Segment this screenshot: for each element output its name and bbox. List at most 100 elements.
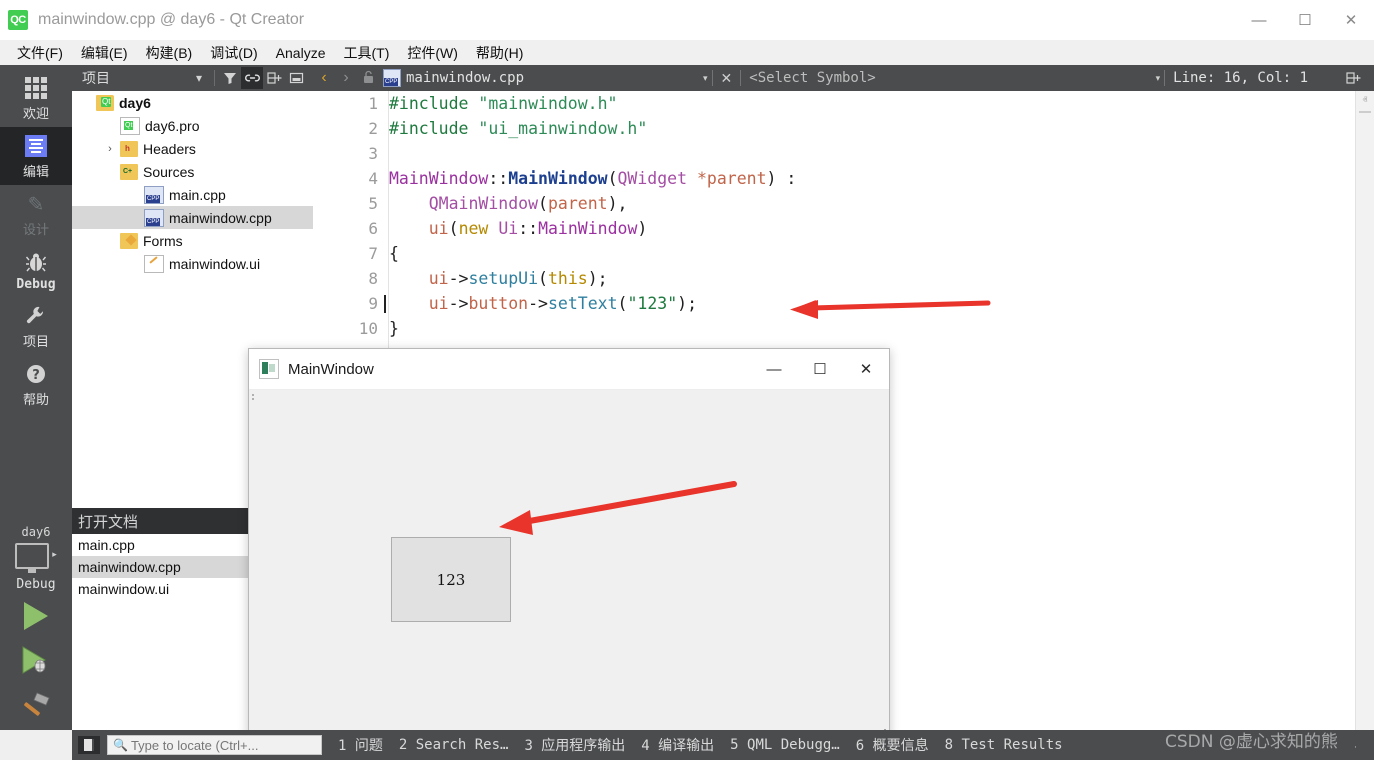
- start-debugging-button[interactable]: [13, 640, 59, 680]
- scrollbar-thumb[interactable]: [1359, 111, 1371, 113]
- tree-row-headers[interactable]: › Headers: [72, 137, 313, 160]
- forms-folder-icon: [120, 233, 138, 249]
- menu-item-debug[interactable]: 调试(D): [201, 41, 266, 65]
- tree-twisty-icon[interactable]: ⱟ: [100, 166, 120, 178]
- tree-row-forms[interactable]: ⱟ Forms: [72, 229, 313, 252]
- tree-row-day6[interactable]: ⱟ day6: [72, 91, 313, 114]
- code-line[interactable]: QMainWindow(parent),: [389, 191, 1374, 216]
- file-selector-chevron-icon[interactable]: ▾: [699, 73, 712, 84]
- navigate-forward-icon[interactable]: ›: [335, 69, 357, 87]
- menu-item-build[interactable]: 构建(B): [137, 41, 202, 65]
- locator-input[interactable]: 🔍 Type to locate (Ctrl+...: [107, 735, 322, 755]
- menu-item-tools[interactable]: 工具(T): [334, 41, 398, 65]
- line-number: 1: [313, 91, 388, 116]
- code-token: setupUi: [469, 269, 539, 288]
- toggle-sidebar-icon[interactable]: [78, 736, 100, 754]
- mode-item-edit[interactable]: 编辑: [0, 127, 72, 185]
- tree-row-sources[interactable]: ⱟ Sources: [72, 160, 313, 183]
- app-central-widget: 123: [249, 404, 889, 727]
- edit-lines-icon: [23, 133, 49, 159]
- output-pane-compile-output[interactable]: 4 编译输出: [641, 735, 714, 755]
- cursor-position-label: Line: 16, Col: 1: [1173, 70, 1308, 86]
- app-close-icon[interactable]: ✕: [843, 349, 889, 389]
- code-line[interactable]: [389, 141, 1374, 166]
- close-pane-icon[interactable]: [285, 67, 307, 89]
- symbol-selector-chevron-icon[interactable]: ▾: [1152, 73, 1165, 84]
- code-line[interactable]: ui(new Ui::MainWindow): [389, 216, 1374, 241]
- tree-row-mainwindow-ui[interactable]: mainwindow.ui: [72, 252, 313, 275]
- symbol-selector[interactable]: <Select Symbol>: [749, 70, 875, 86]
- view-selector-chevron-icon[interactable]: ▾: [188, 67, 210, 89]
- output-pane-issues[interactable]: 1 问题: [338, 735, 383, 755]
- navigate-back-icon[interactable]: ‹: [313, 69, 335, 87]
- watermark-text: CSDN @虚心求知的熊: [1165, 727, 1338, 752]
- tree-twisty-icon[interactable]: ›: [100, 143, 120, 155]
- current-file-name[interactable]: mainwindow.cpp: [406, 70, 524, 86]
- split-pane-icon[interactable]: [263, 67, 285, 89]
- minimize-icon[interactable]: —: [1236, 0, 1282, 40]
- push-button[interactable]: 123: [391, 537, 511, 622]
- close-icon[interactable]: ✕: [1328, 0, 1374, 40]
- mode-item-design[interactable]: ✎ 设计: [0, 185, 72, 243]
- code-line[interactable]: #include "ui_mainwindow.h": [389, 116, 1374, 141]
- code-line[interactable]: {: [389, 241, 1374, 266]
- build-project-button[interactable]: [13, 684, 59, 724]
- menu-item-widgets[interactable]: 控件(W): [398, 41, 467, 65]
- bug-glyph: [25, 251, 47, 273]
- qt-creator-logo-icon: QC: [8, 10, 28, 30]
- code-token: "mainwindow.h": [478, 94, 617, 113]
- tree-row-mainwindow-cpp[interactable]: mainwindow.cpp: [72, 206, 313, 229]
- lock-icon[interactable]: [357, 70, 379, 87]
- tree-twisty-icon[interactable]: ⱟ: [76, 97, 96, 109]
- status-bar-corner: [1356, 730, 1374, 760]
- editor-vertical-scrollbar[interactable]: ⱏ ⱟ: [1355, 91, 1374, 730]
- close-document-icon[interactable]: ✕: [713, 70, 741, 87]
- window-title: mainwindow.cpp @ day6 - Qt Creator: [38, 11, 304, 29]
- output-pane-qml-debugger[interactable]: 5 QML Debugg…: [730, 737, 840, 753]
- mode-item-help[interactable]: ? 帮助: [0, 355, 72, 413]
- mainwindow-app-window[interactable]: MainWindow — ☐ ✕ 123: [248, 348, 890, 742]
- tree-label: Sources: [143, 164, 194, 180]
- app-menu-bar[interactable]: [249, 390, 889, 405]
- project-view-selector[interactable]: 项目: [82, 68, 110, 88]
- mode-item-debug[interactable]: Debug: [0, 243, 72, 297]
- output-pane-general-messages[interactable]: 6 概要信息: [856, 735, 929, 755]
- output-pane-app-output[interactable]: 3 应用程序输出: [524, 735, 625, 755]
- open-documents-title: 打开文档: [78, 511, 138, 532]
- project-pane-toolbar: 项目 ▾: [72, 65, 313, 91]
- menu-item-file[interactable]: 文件(F): [8, 41, 72, 65]
- cpp-file-icon: [383, 69, 401, 87]
- app-minimize-icon[interactable]: —: [751, 349, 797, 389]
- menu-item-analyze[interactable]: Analyze: [267, 43, 335, 63]
- tree-twisty-icon[interactable]: ⱟ: [100, 235, 120, 247]
- filter-icon[interactable]: [219, 67, 241, 89]
- output-pane-test-results[interactable]: 8 Test Results: [945, 737, 1063, 753]
- output-pane-search-results[interactable]: 2 Search Res…: [399, 737, 509, 753]
- scroll-up-icon[interactable]: ⱏ: [1356, 91, 1374, 109]
- code-line[interactable]: }: [389, 316, 1374, 341]
- menu-item-help[interactable]: 帮助(H): [467, 41, 532, 65]
- code-line[interactable]: #include "mainwindow.h": [389, 91, 1374, 116]
- mode-label-design: 设计: [23, 219, 49, 238]
- maximize-icon[interactable]: ☐: [1282, 0, 1328, 40]
- mode-item-welcome[interactable]: 欢迎: [0, 69, 72, 127]
- qt-pro-file-icon: [120, 117, 140, 135]
- cpp-file-icon: [144, 186, 164, 204]
- code-line[interactable]: ui->setupUi(this);: [389, 266, 1374, 291]
- app-maximize-icon[interactable]: ☐: [797, 349, 843, 389]
- code-line[interactable]: ui->button->setText("123");: [389, 291, 1374, 316]
- scroll-down-icon[interactable]: ⱟ: [1356, 712, 1374, 730]
- tree-row-main-cpp[interactable]: main.cpp: [72, 183, 313, 206]
- mode-item-projects[interactable]: 项目: [0, 297, 72, 355]
- split-editor-icon[interactable]: [1342, 67, 1364, 89]
- code-token: *parent: [687, 169, 766, 188]
- code-line[interactable]: MainWindow::MainWindow(QWidget *parent) …: [389, 166, 1374, 191]
- hammer-icon: [19, 689, 53, 719]
- run-button[interactable]: [13, 596, 59, 636]
- target-selector-icon[interactable]: [15, 543, 49, 569]
- tree-row-day6-pro[interactable]: day6.pro: [72, 114, 313, 137]
- menu-item-edit[interactable]: 编辑(E): [72, 41, 137, 65]
- app-window-title-bar: MainWindow — ☐ ✕: [249, 349, 889, 390]
- ui-file-icon: [144, 255, 164, 273]
- link-icon[interactable]: [241, 67, 263, 89]
